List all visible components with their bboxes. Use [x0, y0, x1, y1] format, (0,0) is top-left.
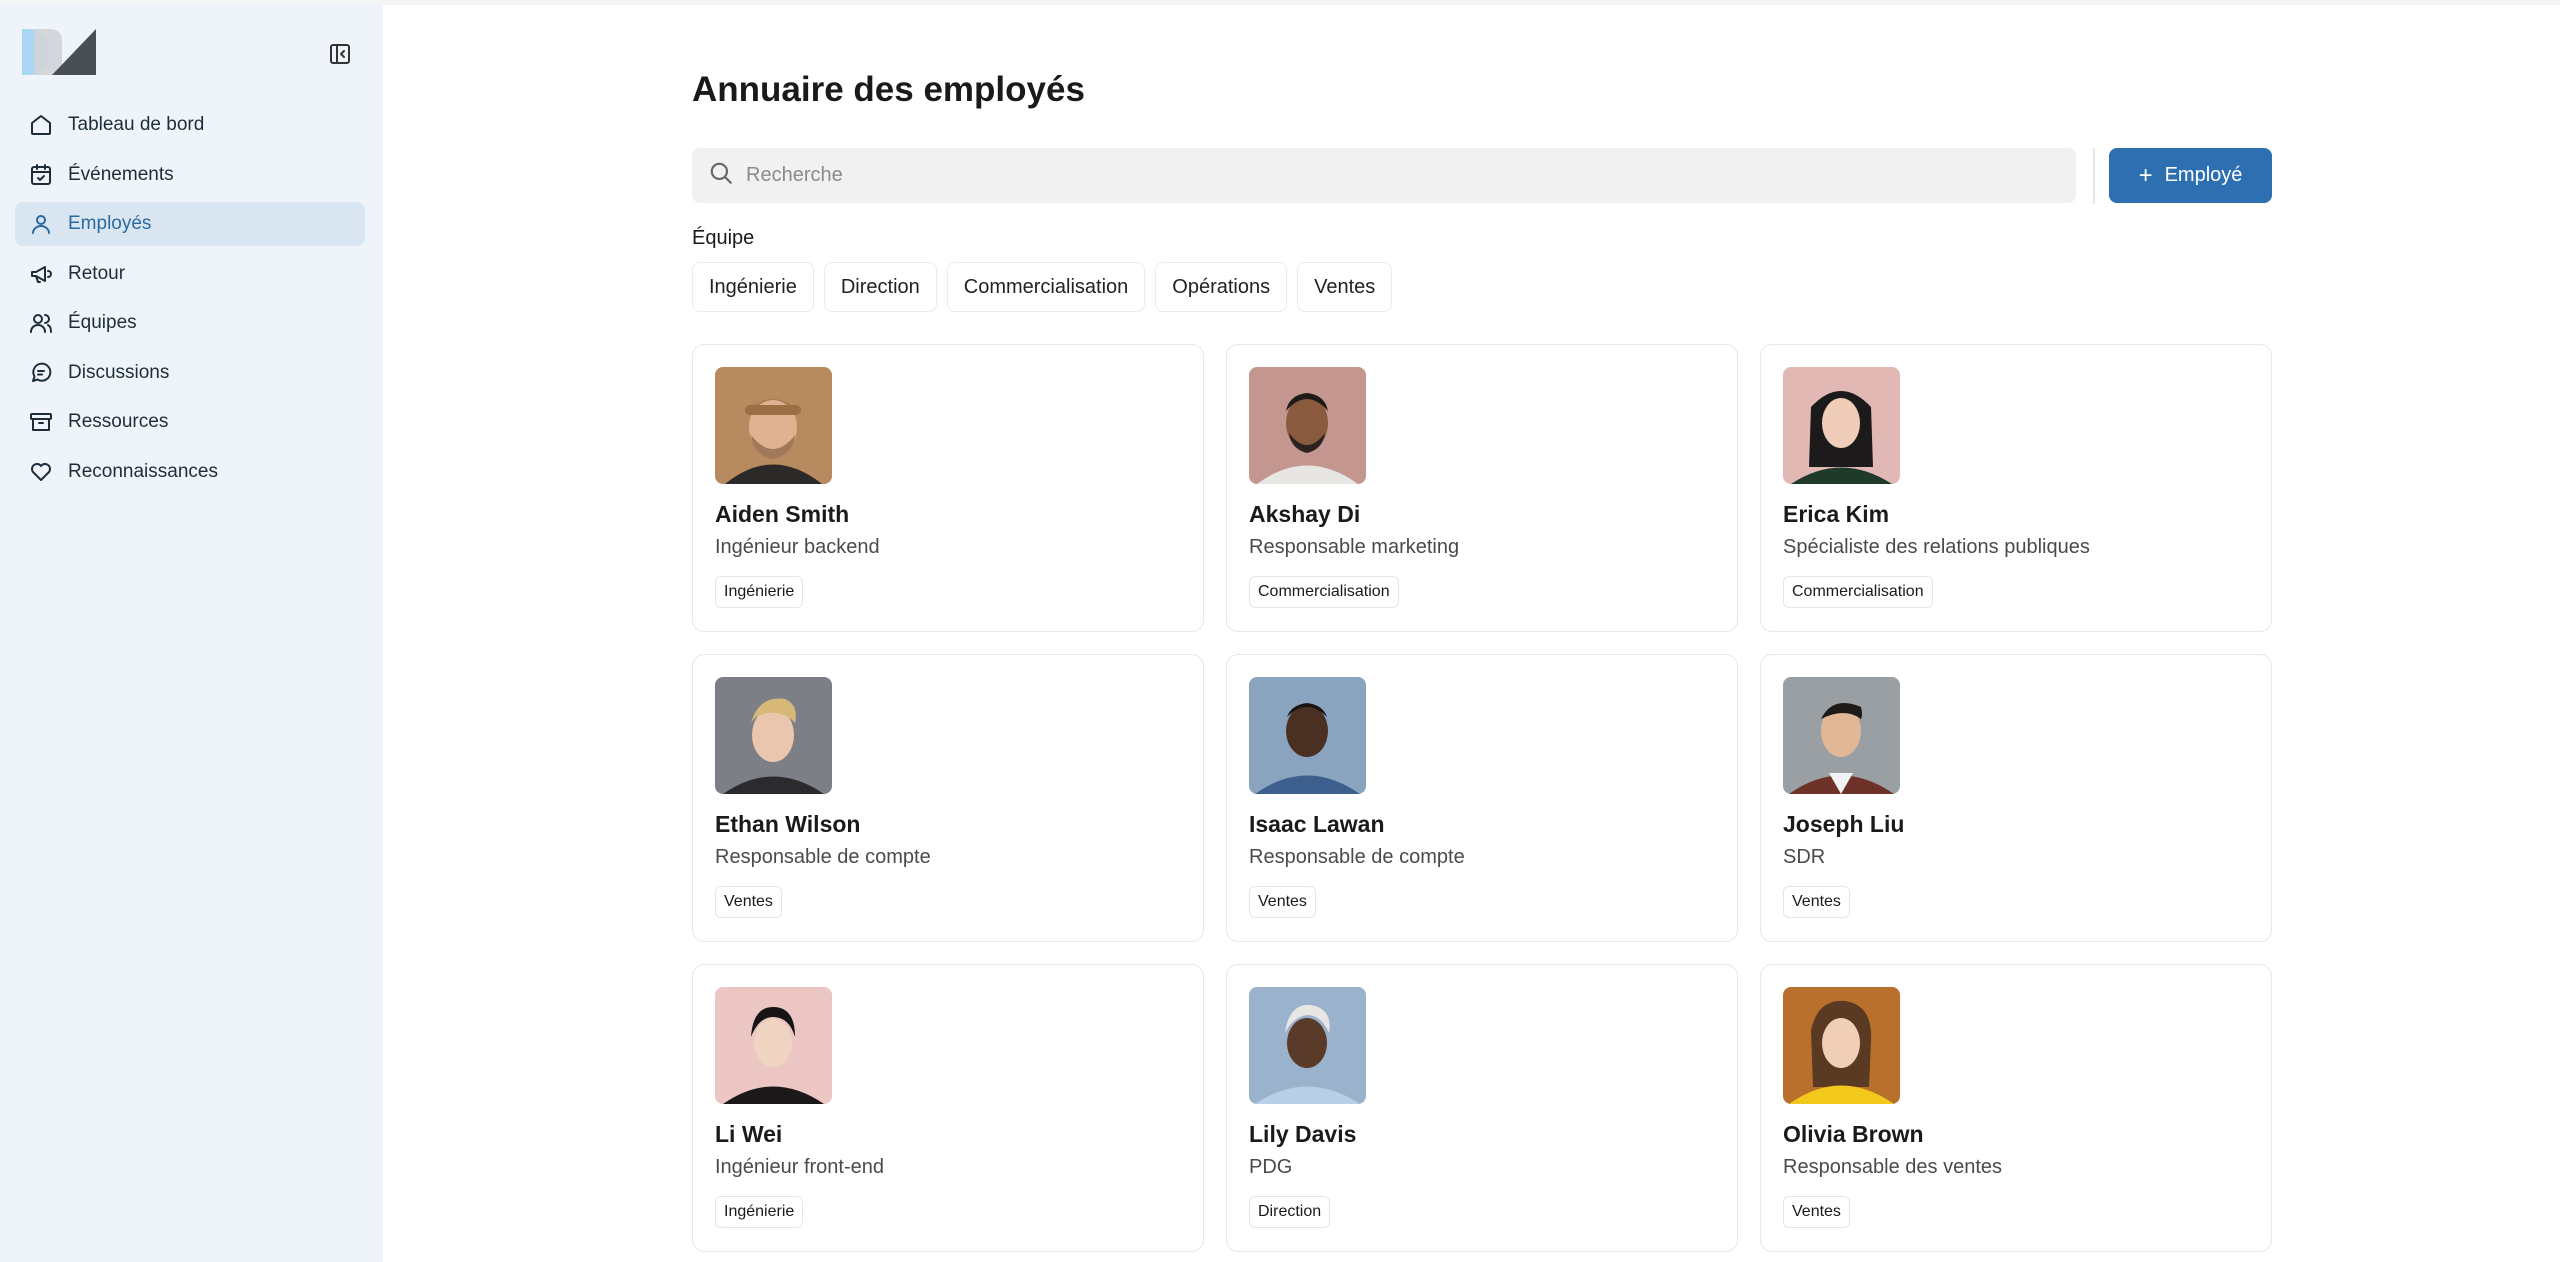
sidebar-item-label: Événements [68, 163, 174, 185]
employee-role: Responsable de compte [715, 846, 931, 868]
archive-icon [27, 408, 55, 436]
sidebar-collapse-icon[interactable] [326, 40, 354, 68]
megaphone-icon [27, 260, 55, 288]
employee-name: Olivia Brown [1783, 1121, 1924, 1147]
avatar [715, 987, 832, 1104]
avatar [1249, 987, 1366, 1104]
sidebar-item-label: Tableau de bord [68, 114, 205, 135]
employee-role: Responsable marketing [1249, 536, 1460, 558]
sidebar-item-employees[interactable]: Employés [15, 202, 365, 246]
employee-card[interactable]: Akshay Di Responsable marketing Commerci… [1226, 344, 1738, 632]
sidebar-item-label: Reconnaissances [68, 460, 218, 482]
team-badge: Ventes [1783, 1196, 1850, 1228]
employee-card[interactable]: Olivia Brown Responsable des ventes Vent… [1760, 964, 2272, 1252]
employee-name: Erica Kim [1783, 501, 1890, 527]
add-employee-button[interactable]: + Employé [2109, 148, 2272, 203]
filter-chip-engineering[interactable]: Ingénierie [692, 262, 814, 312]
employee-card[interactable]: Ethan Wilson Responsable de compte Vente… [692, 654, 1204, 942]
heart-icon [27, 458, 55, 486]
team-badge: Ventes [1249, 886, 1316, 918]
employee-card[interactable]: Lily Davis PDG Direction [1226, 964, 1738, 1252]
sidebar-item-label: Discussions [68, 361, 170, 383]
avatar [715, 367, 832, 484]
message-circle-icon [27, 359, 55, 387]
team-badge: Ventes [715, 886, 782, 918]
user-icon [27, 210, 55, 238]
avatar [1783, 987, 1900, 1104]
add-employee-label: Employé [2164, 164, 2243, 186]
page-title: Annuaire des employés [692, 70, 1085, 109]
employee-name: Ethan Wilson [715, 811, 861, 837]
team-badge: Commercialisation [1783, 576, 1933, 608]
avatar [1783, 367, 1900, 484]
avatar [1249, 677, 1366, 794]
calendar-check-icon [27, 161, 55, 189]
employee-name: Akshay Di [1249, 501, 1361, 527]
filter-chip-operations[interactable]: Opérations [1155, 262, 1288, 312]
employee-card[interactable]: Aiden Smith Ingénieur backend Ingénierie [692, 344, 1204, 632]
team-filter-label: Équipe [692, 227, 755, 249]
employee-card[interactable]: Joseph Liu SDR Ventes [1760, 654, 2272, 942]
filter-chip-marketing[interactable]: Commercialisation [946, 262, 1146, 312]
employee-grid: Aiden Smith Ingénieur backend Ingénierie… [692, 344, 2272, 1252]
users-icon [27, 309, 55, 337]
employee-name: Li Wei [715, 1121, 783, 1147]
employee-name: Isaac Lawan [1249, 811, 1385, 837]
search-icon [708, 160, 734, 191]
filter-chip-sales[interactable]: Ventes [1297, 262, 1393, 312]
employee-card[interactable]: Erica Kim Spécialiste des relations publ… [1760, 344, 2272, 632]
employee-role: Ingénieur backend [715, 536, 880, 558]
employee-card[interactable]: Li Wei Ingénieur front-end Ingénierie [692, 964, 1204, 1252]
search-input[interactable] [746, 164, 2046, 187]
team-badge: Direction [1249, 1196, 1331, 1228]
filter-chip-leadership[interactable]: Direction [823, 262, 937, 312]
team-badge: Ingénierie [715, 576, 804, 608]
avatar [1783, 677, 1900, 794]
app-logo [22, 27, 96, 77]
employee-name: Joseph Liu [1783, 811, 1905, 837]
main-content: Annuaire des employés + Employé Équipe I… [692, 0, 2272, 1262]
employee-role: Responsable de compte [1249, 846, 1465, 868]
employee-name: Aiden Smith [715, 501, 850, 527]
search-bar[interactable] [692, 148, 2076, 203]
employee-role: Responsable des ventes [1783, 1156, 2003, 1178]
team-badge: Ingénierie [715, 1196, 804, 1228]
sidebar-item-label: Retour [68, 262, 126, 284]
plus-icon: + [2138, 161, 2153, 189]
avatar [1249, 367, 1366, 484]
sidebar-item-events[interactable]: Événements [15, 153, 365, 197]
employee-role: SDR [1783, 846, 1826, 868]
employee-role: Ingénieur front-end [715, 1156, 885, 1178]
sidebar-item-recognitions[interactable]: Reconnaissances [15, 450, 365, 494]
employee-card[interactable]: Isaac Lawan Responsable de compte Ventes [1226, 654, 1738, 942]
team-badge: Ventes [1783, 886, 1850, 918]
sidebar-item-label: Ressources [68, 411, 169, 432]
employee-name: Lily Davis [1249, 1121, 1357, 1147]
sidebar: Tableau de bord Événements Employés Reto… [0, 5, 383, 1262]
home-icon [27, 111, 55, 139]
sidebar-item-resources[interactable]: Ressources [15, 400, 365, 444]
team-filter-chips: Ingénierie Direction Commercialisation O… [692, 262, 1393, 312]
sidebar-item-teams[interactable]: Équipes [15, 301, 365, 345]
team-badge: Commercialisation [1249, 576, 1399, 608]
sidebar-item-discussions[interactable]: Discussions [15, 351, 365, 395]
sidebar-item-feedback[interactable]: Retour [15, 252, 365, 296]
sidebar-item-label: Équipes [68, 312, 137, 333]
employee-role: PDG [1249, 1156, 1293, 1178]
toolbar-divider [2093, 148, 2095, 204]
sidebar-item-label: Employés [68, 213, 152, 234]
sidebar-item-dashboard[interactable]: Tableau de bord [15, 103, 365, 147]
avatar [715, 677, 832, 794]
sidebar-nav: Tableau de bord Événements Employés Reto… [15, 103, 365, 499]
employee-role: Spécialiste des relations publiques [1783, 536, 2090, 558]
